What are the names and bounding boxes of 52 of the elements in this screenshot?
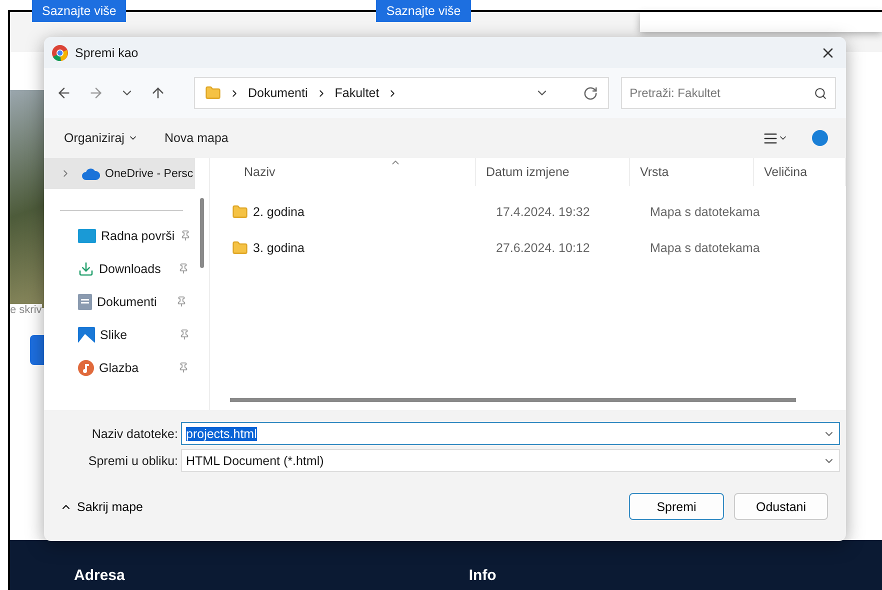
footer-heading: Info (468, 567, 496, 584)
table-cell-text: 17.4.2024. 19:32 (496, 205, 591, 219)
download-icon (78, 260, 94, 276)
learn-more-button[interactable]: Saznajte više (376, 0, 471, 22)
search-icon (814, 86, 827, 100)
learn-more-button[interactable]: Saznajte više (32, 0, 126, 22)
music-icon (78, 360, 94, 376)
new-folder-button[interactable]: Nova mapa (162, 129, 230, 147)
search-field[interactable]: Pretraži: Fakultet (620, 77, 836, 109)
file-name-cell[interactable]: 3. godina (232, 240, 496, 256)
scrollbar (200, 198, 204, 268)
column-header[interactable]: Datum izmjene (476, 158, 630, 186)
column-header[interactable]: Veličina (754, 158, 846, 186)
table-cell-text: Mapa s datotekama (650, 241, 761, 255)
page-text: e skriv (10, 304, 42, 316)
sidebar-item[interactable]: Slike (44, 318, 195, 351)
arrow-up-icon (150, 85, 166, 101)
sidebar-item[interactable]: Dokumenti (44, 285, 195, 318)
field-label: Spremi u obliku: (87, 454, 178, 468)
cloud-icon (82, 168, 100, 180)
table-cell-text: Mapa s datotekama (650, 205, 761, 219)
file-type-dropdown[interactable]: HTML Document (*.html) (181, 449, 840, 472)
organize-menu[interactable]: Organiziraj (62, 129, 140, 147)
file-name-field[interactable]: projects.html (181, 422, 840, 445)
breadcrumb-item[interactable]: Fakultet (334, 86, 380, 100)
dialog-title: Spremi kao (75, 46, 140, 60)
footer-heading: Adresa (74, 567, 125, 584)
desktop-icon (78, 228, 96, 242)
field-label: Naziv datoteke: (90, 426, 178, 440)
sidebar-item[interactable]: Downloads (44, 252, 195, 285)
file-name-cell[interactable]: 2. godina (232, 204, 496, 220)
document-icon (78, 294, 92, 310)
help-icon (812, 130, 828, 146)
picture-icon (78, 326, 95, 342)
address-bar[interactable]: Dokumenti Fakultet (194, 77, 609, 109)
browser-logo-icon (52, 44, 68, 60)
save-button[interactable]: Spremi (629, 493, 724, 520)
folder-icon (232, 240, 248, 256)
sidebar-item[interactable]: OneDrive - Persc (44, 158, 195, 189)
column-header[interactable]: Naziv (210, 158, 476, 186)
list-view-icon (763, 130, 778, 146)
cancel-button[interactable]: Odustani (734, 493, 828, 520)
sidebar-item[interactable]: Radna površi (44, 219, 195, 252)
column-header[interactable]: Vrsta (630, 158, 754, 186)
arrow-right-icon (88, 85, 104, 101)
table-cell-text: 27.6.2024. 10:12 (496, 241, 591, 255)
folder-icon (205, 85, 221, 101)
sidebar-item[interactable]: Glazba (44, 351, 195, 384)
folder-icon (232, 204, 248, 220)
refresh-icon (582, 86, 598, 100)
breadcrumb-item[interactable]: Dokumenti (248, 86, 308, 100)
hide-folders-button[interactable]: Sakrij mape (54, 498, 149, 514)
